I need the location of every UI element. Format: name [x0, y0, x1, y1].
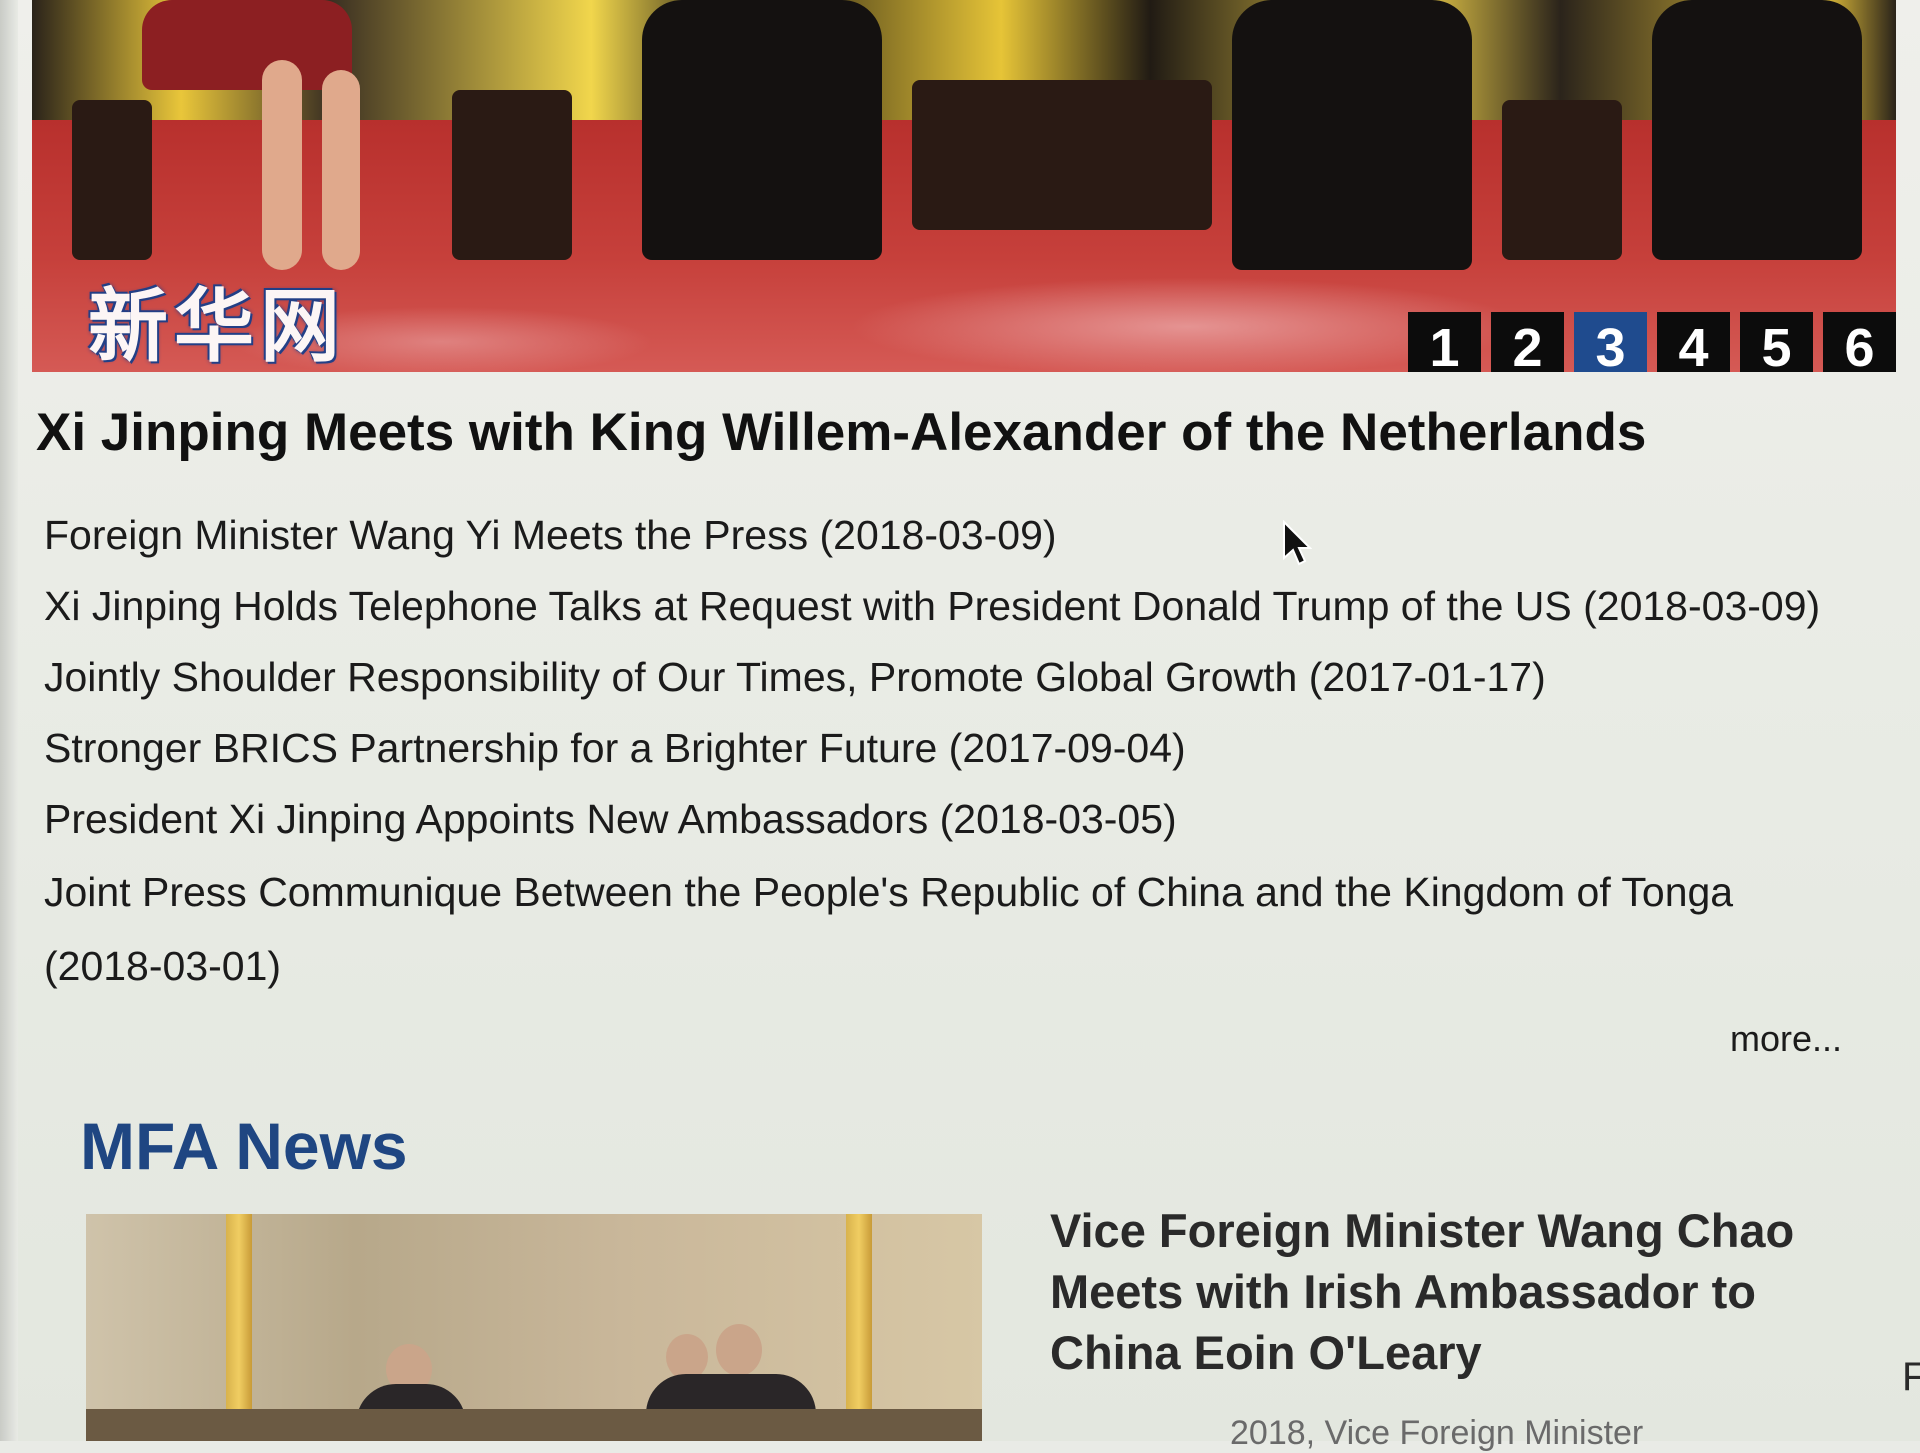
feature-headline[interactable]: Vice Foreign Minister Wang Chao Meets wi…	[1050, 1200, 1870, 1383]
feature-photo[interactable]	[86, 1214, 982, 1441]
carousel-pager: 123456	[1408, 312, 1896, 372]
xinhua-watermark: 新华网	[88, 280, 346, 372]
mouse-cursor-icon	[1283, 520, 1312, 566]
news-item[interactable]: Joint Press Communique Between the Peopl…	[44, 855, 1784, 1003]
news-item[interactable]: Stronger BRICS Partnership for a Brighte…	[44, 713, 1874, 784]
news-item[interactable]: Xi Jinping Holds Telephone Talks at Requ…	[44, 571, 1874, 642]
featured-headline[interactable]: Xi Jinping Meets with King Willem-Alexan…	[36, 402, 1646, 463]
hero-photo-figure	[1232, 0, 1472, 270]
hero-photo-chair	[72, 100, 152, 260]
section-title: MFA News	[80, 1109, 408, 1183]
photo-curtain	[226, 1214, 252, 1441]
page: 新华网 123456 Xi Jinping Meets with King Wi…	[0, 0, 1920, 1452]
hero-photo-chair	[1502, 100, 1622, 260]
news-item[interactable]: Jointly Shoulder Responsibility of Our T…	[44, 642, 1874, 713]
news-item[interactable]: President Xi Jinping Appoints New Ambass…	[44, 784, 1874, 855]
photo-person	[716, 1324, 762, 1376]
photo-table	[86, 1409, 982, 1441]
carousel-page-6[interactable]: 6	[1823, 312, 1896, 372]
news-list: Foreign Minister Wang Yi Meets the Press…	[44, 500, 1874, 1003]
carousel-page-5[interactable]: 5	[1740, 312, 1813, 372]
carousel-page-3[interactable]: 3	[1574, 312, 1647, 372]
news-item[interactable]: Foreign Minister Wang Yi Meets the Press…	[44, 500, 1874, 571]
hero-carousel[interactable]: 新华网 123456	[32, 0, 1896, 372]
carousel-page-2[interactable]: 2	[1491, 312, 1564, 372]
hero-photo-figure	[642, 0, 882, 260]
hero-photo-table	[912, 80, 1212, 230]
hero-photo-figure	[142, 0, 352, 90]
adjacent-column-text: F	[1902, 1355, 1920, 1399]
feature-snippet: 2018, Vice Foreign Minister	[1230, 1414, 1644, 1452]
carousel-page-4[interactable]: 4	[1657, 312, 1730, 372]
screen-bezel	[0, 0, 18, 1441]
hero-photo-figure	[322, 70, 360, 270]
hero-photo-figure	[1652, 0, 1862, 260]
hero-photo-figure	[262, 60, 302, 270]
more-link[interactable]: more...	[1730, 1018, 1842, 1060]
carousel-page-1[interactable]: 1	[1408, 312, 1481, 372]
photo-curtain	[846, 1214, 872, 1441]
hero-photo-chair	[452, 90, 572, 260]
